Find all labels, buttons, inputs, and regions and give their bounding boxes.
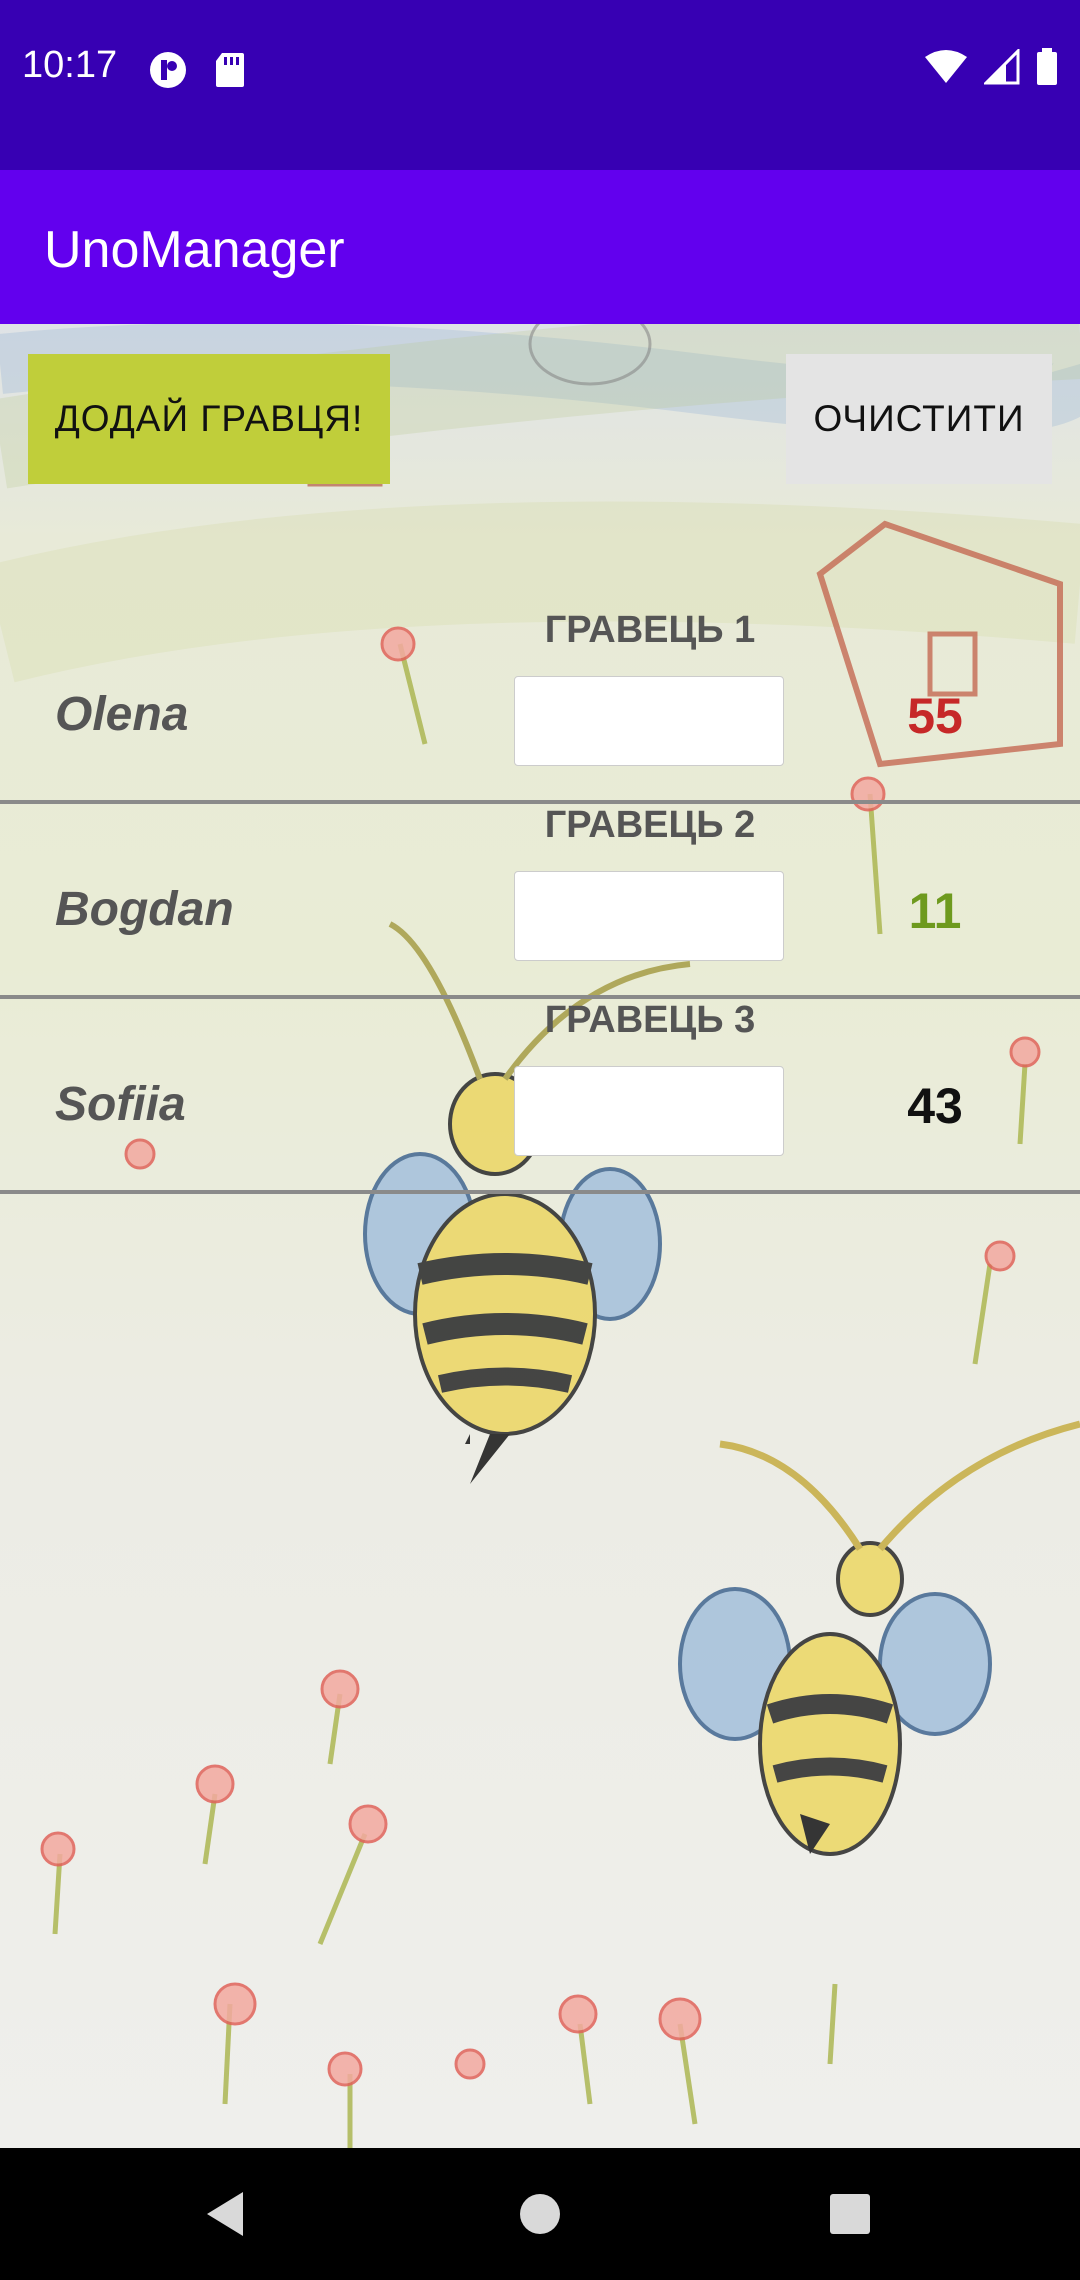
background-drawing-image (0, 324, 1080, 2148)
wifi-icon (924, 49, 968, 90)
back-icon[interactable] (195, 2184, 255, 2244)
navigation-bar (0, 2148, 1080, 2280)
app-bar: UnoManager (0, 170, 1080, 324)
player-score: 43 (907, 1078, 963, 1134)
player-score: 11 (908, 883, 962, 939)
row-divider (0, 1190, 1080, 1194)
player-header: ГРАВЕЦЬ 2 (544, 804, 756, 846)
cell-signal-icon (982, 47, 1020, 90)
status-time: 10:17 (22, 44, 118, 86)
player-row-2: ГРАВЕЦЬ 2 Bogdan 11 (0, 804, 1080, 999)
status-notification-icons (148, 50, 246, 95)
status-bar: 10:17 (0, 0, 1080, 170)
player-name: Bogdan (55, 883, 234, 936)
player-header: ГРАВЕЦЬ 1 (544, 609, 756, 651)
score-input[interactable] (514, 676, 784, 766)
player-header: ГРАВЕЦЬ 3 (544, 999, 756, 1041)
score-input[interactable] (514, 1066, 784, 1156)
player-row-1: ГРАВЕЦЬ 1 Olena 55 (0, 609, 1080, 804)
status-system-icons (924, 47, 1058, 91)
add-player-button[interactable]: ДОДАЙ ГРАВЦЯ! (28, 354, 390, 484)
sd-card-icon (214, 51, 246, 94)
score-input[interactable] (514, 871, 784, 961)
main-content: ДОДАЙ ГРАВЦЯ! ОЧИСТИТИ ГРАВЕЦЬ 1 Olena 5… (0, 324, 1080, 2148)
notification-app-icon (148, 50, 188, 95)
player-score: 55 (907, 688, 963, 744)
player-name: Olena (55, 688, 189, 741)
home-icon[interactable] (510, 2184, 570, 2244)
app-title: UnoManager (44, 221, 345, 279)
recents-icon[interactable] (820, 2184, 880, 2244)
clear-button[interactable]: ОЧИСТИТИ (786, 354, 1052, 484)
player-name: Sofiia (55, 1078, 186, 1131)
battery-icon (1036, 48, 1058, 91)
player-row-3: ГРАВЕЦЬ 3 Sofiia 43 (0, 999, 1080, 1194)
